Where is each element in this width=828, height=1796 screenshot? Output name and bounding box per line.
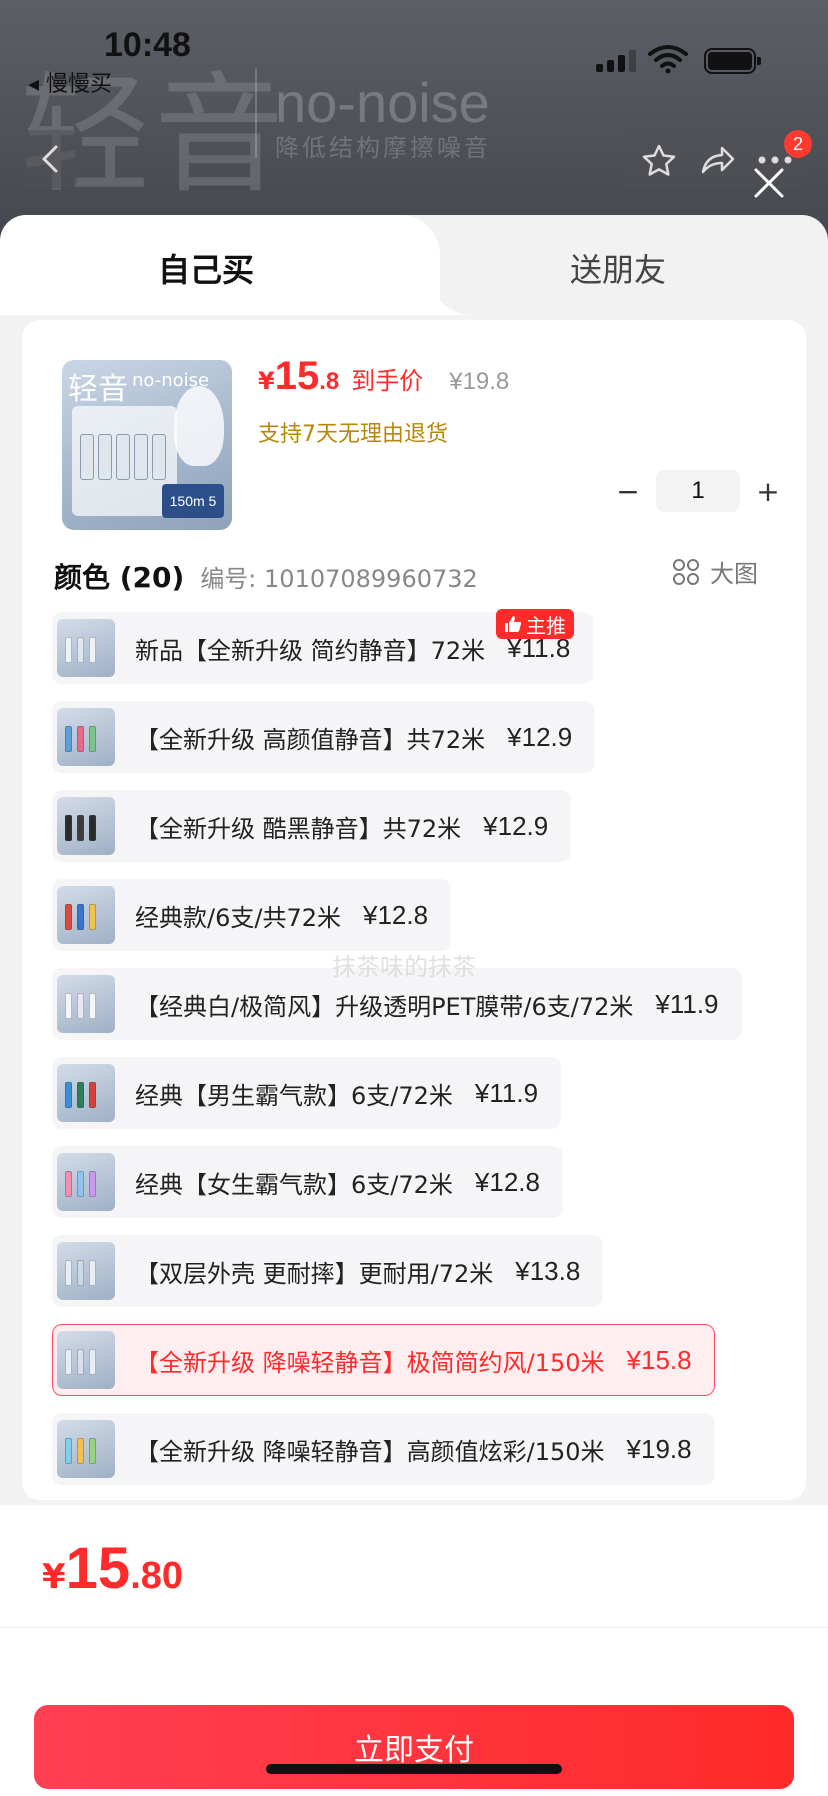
- thumbnail-title: 轻音: [68, 372, 128, 407]
- total-integer: 15: [65, 1536, 131, 1601]
- color-option-thumbnail: [57, 1153, 115, 1211]
- color-option[interactable]: 【全新升级 降噪轻静音】极简简约风/150米 ¥15.8: [52, 1324, 715, 1396]
- status-bar: 10:48 ◂ 慢慢买: [0, 0, 828, 110]
- color-option-price: ¥15.8: [626, 1344, 692, 1375]
- product-thumbnail[interactable]: 轻音 no-noise 150m 5: [62, 360, 232, 530]
- color-option-thumbnail: [57, 1420, 115, 1478]
- color-option-label: 【全新升级 降噪轻静音】极简简约风/150米: [135, 1348, 605, 1377]
- big-view-button[interactable]: 大图: [672, 554, 758, 589]
- grid-icon: [673, 558, 699, 585]
- color-option-thumbnail: [57, 797, 115, 855]
- quantity-input[interactable]: 1: [656, 470, 740, 512]
- tab-self-label: 自己买: [158, 251, 255, 289]
- thumbnail-tape-graphic: [174, 386, 224, 466]
- color-option-label: 【经典白/极简风】升级透明PET膜带/6支/72米: [135, 992, 634, 1021]
- battery-icon: [704, 48, 761, 74]
- cellular-signal-icon: [596, 50, 636, 72]
- recommend-badge-label: 主推: [526, 613, 566, 638]
- tab-buy-for-self[interactable]: 自己买: [0, 215, 470, 315]
- color-option-price: ¥12.8: [474, 1166, 540, 1197]
- total-currency: ¥: [42, 1557, 66, 1597]
- color-option-label: 新品【全新升级 简约静音】72米: [135, 636, 486, 665]
- color-option-label: 【双层外壳 更耐摔】更耐用/72米: [135, 1259, 494, 1288]
- thumbs-up-icon: [505, 616, 522, 632]
- sku-card: 轻音 no-noise 150m 5 ¥ 15 .8 到手价 ¥19.8 支持7…: [22, 320, 806, 1500]
- chevron-left-icon: [42, 145, 58, 173]
- star-favorite-icon[interactable]: [642, 144, 676, 176]
- color-heading: 颜色 (20): [54, 561, 185, 594]
- color-option-thumbnail: [57, 708, 115, 766]
- color-option[interactable]: 【双层外壳 更耐摔】更耐用/72米 ¥13.8: [52, 1235, 604, 1307]
- color-option-thumbnail: [57, 1242, 115, 1300]
- color-option-thumbnail: [57, 975, 115, 1033]
- cart-count-badge: 2: [784, 130, 812, 158]
- color-option-label: 【全新升级 酷黑静音】共72米: [135, 814, 462, 843]
- total-price: ¥ 15 .80: [42, 1535, 183, 1602]
- close-icon[interactable]: [752, 166, 786, 200]
- banner-subtitle: 降低结构摩擦噪音: [275, 134, 491, 162]
- status-time: 10:48: [104, 26, 191, 64]
- color-section-header: 颜色 (20) 编号: 10107089960732: [54, 556, 478, 596]
- quantity-decrease-button[interactable]: −: [610, 471, 646, 511]
- recommend-badge: 主推: [496, 609, 574, 639]
- color-option-label: 经典【男生霸气款】6支/72米: [135, 1081, 453, 1110]
- price-row: ¥ 15 .8 到手价 ¥19.8: [258, 354, 509, 399]
- color-option-label: 经典款/6支/共72米: [135, 903, 341, 932]
- total-decimal: .80: [130, 1555, 184, 1597]
- color-option-thumbnail: [57, 1064, 115, 1122]
- checkout-footer: ¥ 15 .80 立即支付: [0, 1505, 828, 1796]
- price-decimal: .8: [319, 368, 340, 395]
- quantity-stepper: − 1 +: [610, 470, 786, 512]
- thumbnail-spec-label: 150m 5: [162, 484, 224, 518]
- watermark-text: 抹茶味的抹茶: [332, 953, 476, 981]
- color-option[interactable]: 【全新升级 高颜值静音】共72米 ¥12.9: [52, 701, 596, 773]
- color-option-label: 经典【女生霸气款】6支/72米: [135, 1170, 453, 1199]
- more-icon[interactable]: [758, 156, 792, 164]
- final-price-label: 到手价: [351, 367, 424, 395]
- color-option[interactable]: 经典款/6支/共72米 ¥12.8: [52, 879, 452, 951]
- quantity-increase-button[interactable]: +: [750, 471, 786, 511]
- color-option-thumbnail: [57, 1331, 115, 1389]
- home-indicator[interactable]: [266, 1764, 562, 1774]
- color-option-price: ¥11.9: [474, 1077, 539, 1108]
- color-option[interactable]: 【全新升级 降噪轻静音】高颜值炫彩/150米 ¥19.8: [52, 1413, 715, 1485]
- purchase-tabs: 自己买 送朋友: [0, 215, 828, 315]
- back-button[interactable]: [22, 130, 78, 188]
- wifi-icon: [648, 45, 688, 74]
- color-option-thumbnail: [57, 886, 115, 944]
- color-option-thumbnail: [57, 619, 115, 677]
- color-option[interactable]: 经典【女生霸气款】6支/72米 ¥12.8: [52, 1146, 563, 1218]
- color-option-price: ¥12.9: [483, 810, 549, 841]
- color-option-price: ¥19.8: [626, 1433, 692, 1464]
- color-option-price: ¥11.9: [655, 988, 719, 1019]
- original-price: ¥19.8: [449, 368, 510, 395]
- product-code: 编号: 10107089960732: [200, 565, 478, 593]
- big-view-label: 大图: [710, 560, 758, 588]
- footer-divider: [0, 1627, 828, 1628]
- pay-now-button[interactable]: 立即支付: [34, 1705, 794, 1789]
- color-option[interactable]: 【全新升级 酷黑静音】共72米 ¥12.9: [52, 790, 572, 862]
- share-icon[interactable]: [700, 144, 736, 176]
- tab-gift-friend[interactable]: 送朋友: [570, 245, 666, 291]
- color-option-price: ¥12.8: [362, 899, 429, 930]
- color-option[interactable]: 经典【男生霸气款】6支/72米 ¥11.9: [52, 1057, 562, 1129]
- color-option-label: 【全新升级 高颜值静音】共72米: [135, 725, 486, 754]
- color-option-label: 【全新升级 降噪轻静音】高颜值炫彩/150米: [135, 1437, 605, 1466]
- color-option-price: ¥13.8: [515, 1255, 581, 1286]
- color-option-price: ¥12.9: [507, 721, 573, 752]
- purchase-sheet: 自己买 送朋友 轻音 no-noise 150m 5 ¥ 15 .8 到手价 ¥…: [0, 215, 828, 1796]
- return-policy-text: 支持7天无理由退货: [258, 422, 448, 447]
- price-currency: ¥: [258, 367, 275, 395]
- price-integer: 15: [274, 354, 320, 398]
- back-to-app-link[interactable]: ◂ 慢慢买: [28, 66, 112, 98]
